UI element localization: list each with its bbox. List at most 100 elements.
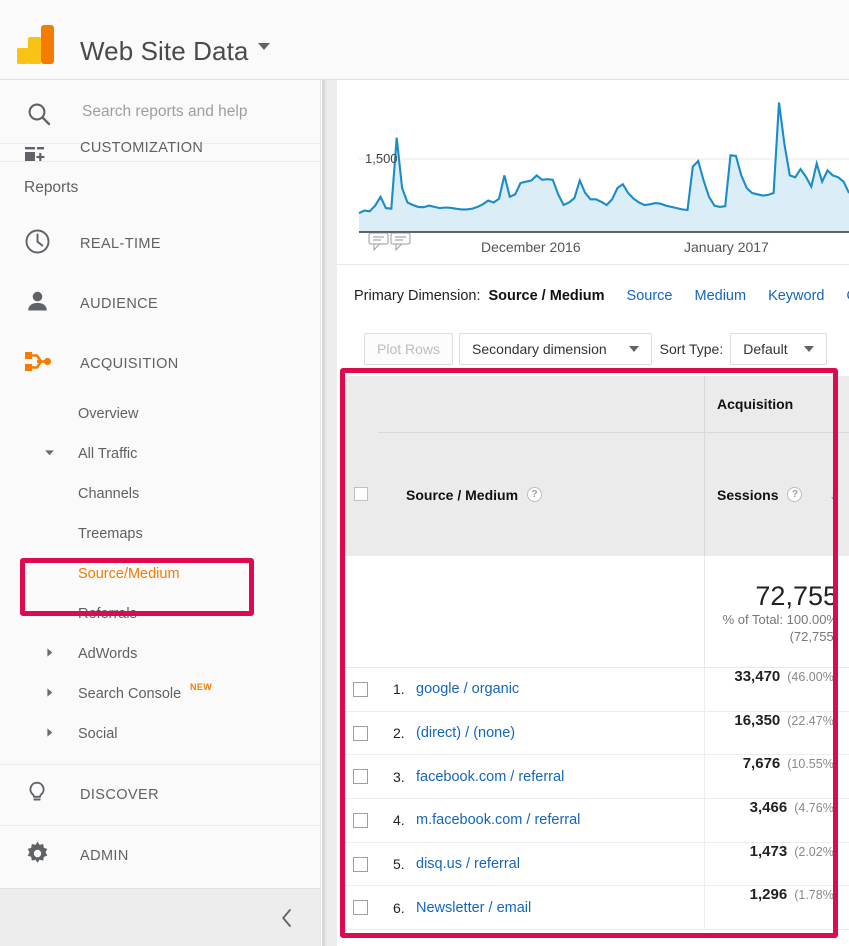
row-sessions-cell: 1,296(1.78%) xyxy=(704,886,849,929)
search-input[interactable] xyxy=(80,98,305,126)
totals-spacer xyxy=(343,556,378,667)
totals-sessions-cell: 72,755 % of Total: 100.00% (72,755) xyxy=(704,556,849,667)
table-row[interactable]: 3.facebook.com / referral7,676(10.55%) xyxy=(343,755,849,799)
sidebar-item-admin[interactable]: ADMIN xyxy=(0,825,320,885)
sidebar-item-label: Referrals xyxy=(78,606,137,622)
total-sessions-value: 72,755 xyxy=(755,581,838,611)
sidebar-item-label: ACQUISITION xyxy=(80,356,179,372)
sidebar-item-adwords[interactable]: AdWords xyxy=(0,634,320,674)
chevron-left-icon[interactable] xyxy=(279,907,295,933)
table-row[interactable]: 6.Newsletter / email1,296(1.78%) xyxy=(343,886,849,930)
sidebar-item-referrals[interactable]: Referrals xyxy=(0,594,320,634)
source-medium-link[interactable]: disq.us / referral xyxy=(416,856,520,872)
source-medium-link[interactable]: google / organic xyxy=(416,681,519,697)
sidebar-item-label: Source/Medium xyxy=(78,566,180,582)
secondary-dimension-button[interactable]: Secondary dimension xyxy=(459,333,652,365)
primary-dimension-link-keyword[interactable]: Keyword xyxy=(768,288,824,304)
total-pct-value: (72,755) xyxy=(790,628,838,645)
plot-rows-button[interactable]: Plot Rows xyxy=(364,333,453,365)
google-analytics-logo-icon xyxy=(16,22,60,68)
row-select-cell[interactable] xyxy=(343,712,378,755)
table-row[interactable]: 5.disq.us / referral1,473(2.02%) xyxy=(343,843,849,887)
sessions-value: 1,296 xyxy=(750,886,788,903)
table-row[interactable]: 2.(direct) / (none)16,350(22.47%) xyxy=(343,712,849,756)
sidebar-collapse-bar[interactable] xyxy=(0,888,321,946)
sidebar-item-discover[interactable]: DISCOVER xyxy=(0,765,320,825)
sort-type-select[interactable]: Default xyxy=(730,333,826,365)
question-mark-icon[interactable]: ? xyxy=(527,487,542,502)
customization-icon xyxy=(24,145,46,162)
sessions-timeline-chart[interactable]: 1,500 December 2016 January 2017 xyxy=(337,80,849,265)
chevron-right-icon[interactable] xyxy=(44,725,55,743)
chevron-down-icon[interactable] xyxy=(258,43,270,50)
sidebar-item-source-medium[interactable]: Source/Medium xyxy=(0,554,320,594)
row-checkbox[interactable] xyxy=(353,726,368,741)
row-select-cell[interactable] xyxy=(343,843,378,886)
primary-dimension-link-source[interactable]: Source xyxy=(627,288,673,304)
sidebar-item-label: Treemaps xyxy=(78,526,143,542)
row-checkbox[interactable] xyxy=(353,813,368,828)
row-select-cell[interactable] xyxy=(343,799,378,842)
row-checkbox[interactable] xyxy=(353,682,368,697)
source-medium-link[interactable]: (direct) / (none) xyxy=(416,725,515,741)
sessions-value: 33,470 xyxy=(734,668,780,685)
row-checkbox[interactable] xyxy=(353,769,368,784)
search-icon xyxy=(26,101,52,132)
sidebar-item-social[interactable]: Social xyxy=(0,714,320,754)
source-medium-link[interactable]: m.facebook.com / referral xyxy=(416,812,580,828)
sidebar-item-overview[interactable]: Overview xyxy=(0,394,320,434)
sidebar-item-acquisition[interactable]: ACQUISITION xyxy=(0,334,320,394)
sidebar-item-treemaps[interactable]: Treemaps xyxy=(0,514,320,554)
chart-svg xyxy=(337,80,849,265)
chevron-right-icon[interactable] xyxy=(44,645,55,663)
chart-annotation-marker-icon[interactable] xyxy=(368,232,389,257)
source-medium-link[interactable]: Newsletter / email xyxy=(416,900,531,916)
question-mark-icon[interactable]: ? xyxy=(787,487,802,502)
sessions-percent: (22.47%) xyxy=(787,714,838,728)
source-medium-link[interactable]: facebook.com / referral xyxy=(416,769,564,785)
table-row[interactable]: 1.google / organic33,470(46.00%) xyxy=(343,668,849,712)
sessions-value: 16,350 xyxy=(734,712,780,729)
column-group-acquisition: Acquisition xyxy=(704,376,849,432)
primary-dimension-link-medium[interactable]: Medium xyxy=(694,288,746,304)
column-header-source-medium[interactable]: Source / Medium ? xyxy=(378,432,704,556)
x-axis-tick-label: December 2016 xyxy=(481,239,581,255)
sidebar-item-search-console[interactable]: Search Console NEW xyxy=(0,674,320,714)
property-selector[interactable]: Web Site Data xyxy=(80,36,270,67)
select-all-checkbox[interactable] xyxy=(354,487,368,501)
totals-spacer xyxy=(378,556,704,667)
sidebar-item-real-time[interactable]: REAL-TIME xyxy=(0,214,320,274)
sort-descending-arrow-icon[interactable]: ↓ xyxy=(829,486,837,503)
select-all-cell[interactable] xyxy=(343,432,378,556)
gear-icon xyxy=(24,840,51,872)
row-select-cell[interactable] xyxy=(343,886,378,929)
sessions-value: 3,466 xyxy=(750,799,788,816)
sidebar-item-customization[interactable]: CUSTOMIZATION xyxy=(0,131,320,162)
acquisition-group-label: Acquisition xyxy=(717,396,793,412)
table-row[interactable]: 4.m.facebook.com / referral3,466(4.76%) xyxy=(343,799,849,843)
row-select-cell[interactable] xyxy=(343,668,378,711)
sidebar-item-audience[interactable]: AUDIENCE xyxy=(0,274,320,334)
row-checkbox[interactable] xyxy=(353,900,368,915)
row-dimension-cell: 4.m.facebook.com / referral xyxy=(378,799,704,842)
sidebar-item-label: AUDIENCE xyxy=(80,296,158,312)
sidebar-item-label: Social xyxy=(78,726,118,742)
chevron-down-icon[interactable] xyxy=(44,445,55,463)
chevron-down-icon xyxy=(629,346,639,352)
chart-annotation-marker-icon[interactable] xyxy=(390,232,411,257)
row-select-cell[interactable] xyxy=(343,755,378,798)
primary-dimension-bar: Primary Dimension: Source / Medium Sourc… xyxy=(337,282,849,310)
reports-section-label: Reports xyxy=(0,162,320,214)
sidebar-item-label: Channels xyxy=(78,486,139,502)
chevron-right-icon[interactable] xyxy=(44,685,55,703)
column-header-sessions[interactable]: Sessions ? ↓ xyxy=(704,432,849,556)
group-header-spacer xyxy=(343,376,378,432)
sidebar-item-channels[interactable]: Channels xyxy=(0,474,320,514)
sidebar-item-all-traffic[interactable]: All Traffic xyxy=(0,434,320,474)
table-totals-row: 72,755 % of Total: 100.00% (72,755) xyxy=(343,556,849,668)
group-header-spacer xyxy=(378,376,704,432)
row-checkbox[interactable] xyxy=(353,857,368,872)
page-title: Web Site Data xyxy=(80,36,248,67)
column-header-label: Sessions xyxy=(717,487,778,503)
sessions-percent: (10.55%) xyxy=(787,757,838,771)
